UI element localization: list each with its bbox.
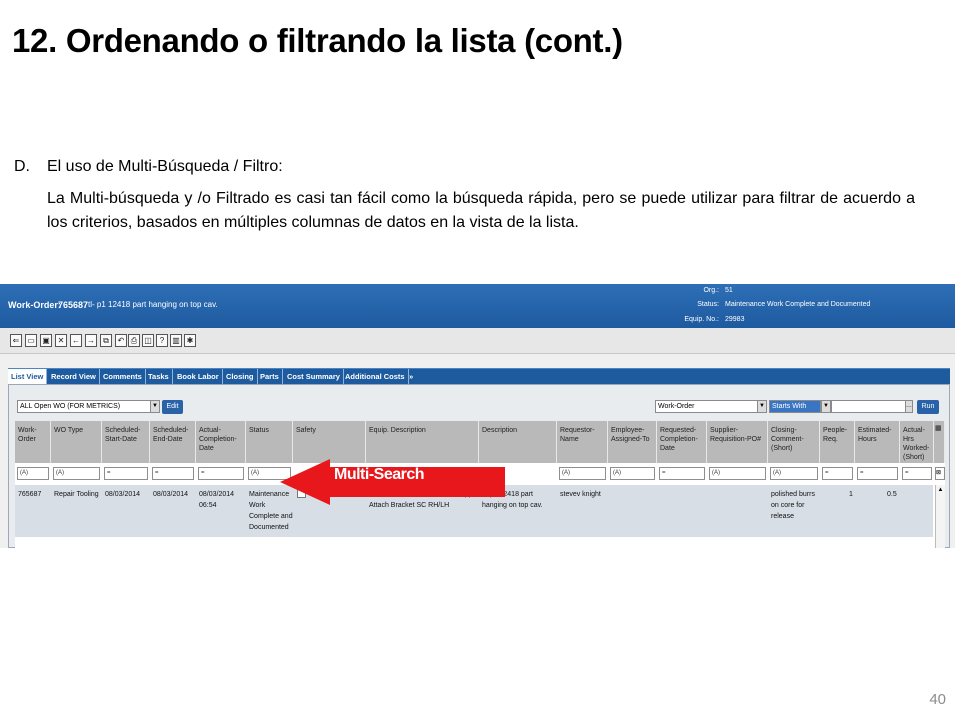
delete-icon[interactable]: ✕ xyxy=(55,334,67,347)
filter-value-input[interactable] xyxy=(831,400,907,413)
column-header[interactable]: Estimated-Hours xyxy=(855,421,900,463)
tab-record-view[interactable]: Record View xyxy=(48,369,100,385)
filter-input[interactable]: = xyxy=(104,467,148,480)
tab-bar: List View Record View Comments Tasks Boo… xyxy=(8,368,950,385)
lookup-icon[interactable]: … xyxy=(905,400,913,413)
next-icon[interactable]: → xyxy=(85,334,97,347)
status-value: Maintenance Work Complete and Documented xyxy=(725,301,871,308)
tab-comments[interactable]: Comments xyxy=(100,369,146,385)
copy-icon[interactable]: ⧉ xyxy=(100,334,112,347)
tab-more-chevron-icon[interactable]: » xyxy=(406,369,416,385)
back-icon[interactable]: ⇐ xyxy=(10,334,22,347)
slide-title: 12. Ordenando o filtrando la lista (cont… xyxy=(12,22,623,59)
equip-label: Equip. No.: xyxy=(684,316,719,323)
book-icon[interactable]: ▥ xyxy=(170,334,182,347)
column-header[interactable]: Supplier-Requisition-PO# xyxy=(707,421,768,463)
tab-cost-summary[interactable]: Cost Summary xyxy=(284,369,344,385)
filter-input[interactable]: (A) xyxy=(770,467,818,480)
column-header[interactable]: Safety xyxy=(293,421,366,463)
filter-input[interactable]: = xyxy=(152,467,194,480)
cell-end-date: 08/03/2014 xyxy=(153,491,189,498)
org-value: 51 xyxy=(725,287,733,294)
column-header[interactable]: Description xyxy=(479,421,557,463)
tab-book-labor[interactable]: Book Labor xyxy=(174,369,223,385)
page-number: 40 xyxy=(929,691,946,708)
column-settings-icon[interactable]: ▦ xyxy=(934,421,945,463)
edit-button[interactable]: Edit xyxy=(162,400,183,414)
undo-icon[interactable]: ↶ xyxy=(115,334,127,347)
filter-input[interactable]: = xyxy=(198,467,244,480)
cell-requestor: stevev knight xyxy=(560,491,601,498)
filter-input[interactable]: = xyxy=(659,467,705,480)
filter-clear-icon[interactable]: ⊠ xyxy=(935,467,945,480)
record-header: Work-Order: 765687 tl- p1 12418 part han… xyxy=(0,284,955,328)
column-header[interactable]: Employee-Assigned-To xyxy=(608,421,657,463)
column-header[interactable]: Scheduled-Start-Date xyxy=(102,421,150,463)
filter-input[interactable]: (A) xyxy=(53,467,100,480)
tab-list-view[interactable]: List View xyxy=(8,369,48,385)
help-icon[interactable]: ? xyxy=(156,334,168,347)
cell-people-req: 1 xyxy=(849,491,853,498)
run-button[interactable]: Run xyxy=(917,400,939,414)
bullet-marker: D. xyxy=(14,158,30,175)
column-header[interactable]: People-Req. xyxy=(820,421,855,463)
toolbar: ⇐ ▭ ▣ ✕ ← → ⧉ ↶ ⎙ ◫ ? ▥ ✱ xyxy=(0,328,955,354)
multi-search-label: Multi-Search xyxy=(334,466,425,483)
column-header[interactable]: Equip. Description xyxy=(366,421,479,463)
tab-additional-costs[interactable]: Additional Costs xyxy=(342,369,409,385)
print-icon[interactable]: ⎙ xyxy=(128,334,140,347)
filter-input[interactable]: (A) xyxy=(17,467,49,480)
dataspy-select[interactable]: ALL Open WO (FOR METRICS) xyxy=(17,400,159,413)
column-header[interactable]: Closing-Comment-(Short) xyxy=(768,421,820,463)
cell-closing-comment: polished burrs on core for release xyxy=(771,491,815,520)
wo-description: tl- p1 12418 part hanging on top cav. xyxy=(88,300,218,309)
column-header[interactable]: Status xyxy=(246,421,293,463)
previous-icon[interactable]: ← xyxy=(70,334,82,347)
column-header[interactable]: Scheduled-End-Date xyxy=(150,421,196,463)
chevron-down-icon[interactable]: ▼ xyxy=(757,400,767,413)
column-header[interactable]: Actual-Completion-Date xyxy=(196,421,246,463)
wo-label: Work-Order: xyxy=(8,300,61,310)
new-record-icon[interactable]: ▣ xyxy=(40,334,52,347)
filter-input[interactable]: (A) xyxy=(610,467,655,480)
chevron-down-icon[interactable]: ▼ xyxy=(150,400,160,413)
wo-number: 765687 xyxy=(58,300,89,310)
table-row[interactable] xyxy=(15,539,933,548)
cell-estimated-hours: 0.5 xyxy=(887,491,897,498)
column-header[interactable]: Requested-Completion-Date xyxy=(657,421,707,463)
filter-input[interactable]: (A) xyxy=(559,467,606,480)
save-icon[interactable]: ▭ xyxy=(25,334,37,347)
cell-start-date: 08/03/2014 xyxy=(105,491,141,498)
app-screenshot: Work-Order: 765687 tl- p1 12418 part han… xyxy=(0,284,955,548)
tab-parts[interactable]: Parts xyxy=(257,369,283,385)
filter-input[interactable]: (A) xyxy=(709,467,766,480)
column-header[interactable]: Work-Order xyxy=(15,421,51,463)
body-paragraph: La Multi-búsqueda y /o Filtrado es casi … xyxy=(47,190,915,231)
filter-input[interactable]: = xyxy=(857,467,898,480)
cell-work-order: 765687 xyxy=(18,491,42,498)
bullet-item: D. El uso de Multi-Búsqueda / Filtro: xyxy=(14,158,283,176)
filter-operator-select[interactable]: Starts With xyxy=(769,400,821,413)
pin-icon[interactable]: ✱ xyxy=(184,334,196,347)
chevron-down-icon[interactable]: ▼ xyxy=(821,400,831,413)
cell-wo-type: Repair Tooling xyxy=(54,491,99,498)
preview-icon[interactable]: ◫ xyxy=(142,334,154,347)
column-header[interactable]: Actual-Hrs Worked-(Short) xyxy=(900,421,934,463)
equip-value: 29983 xyxy=(725,316,745,323)
vertical-scrollbar[interactable]: ▲ xyxy=(935,485,945,548)
tab-tasks[interactable]: Tasks xyxy=(145,369,173,385)
bullet-text: El uso de Multi-Búsqueda / Filtro: xyxy=(47,158,283,175)
filter-input[interactable]: = xyxy=(822,467,853,480)
cell-completion-date: 08/03/2014 06:54 xyxy=(199,491,235,509)
filter-input[interactable]: = xyxy=(902,467,932,480)
org-label: Org.: xyxy=(703,287,719,294)
tab-closing[interactable]: Closing xyxy=(223,369,258,385)
scroll-up-icon[interactable]: ▲ xyxy=(936,485,945,495)
status-label: Status: xyxy=(697,301,719,308)
column-header[interactable]: Requestor-Name xyxy=(557,421,608,463)
filter-field-select[interactable]: Work-Order xyxy=(655,400,759,413)
column-header[interactable]: WO Type xyxy=(51,421,102,463)
